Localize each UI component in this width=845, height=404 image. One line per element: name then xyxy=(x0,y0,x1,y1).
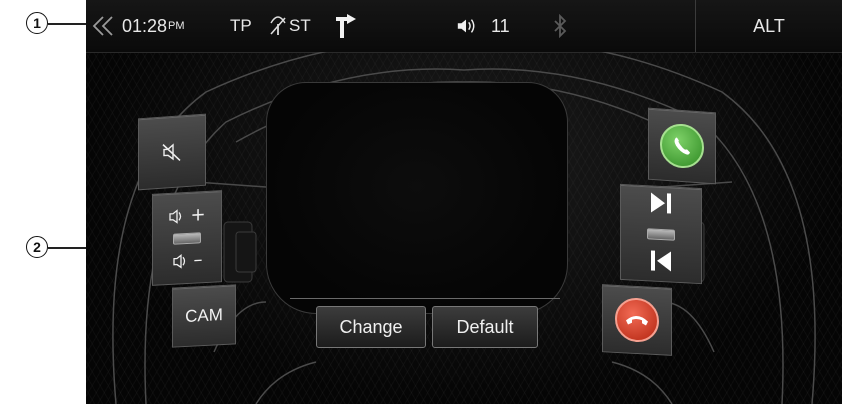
leader-line-1 xyxy=(48,23,88,25)
mute-speaker-icon xyxy=(162,143,181,162)
speaker-outline-icon xyxy=(169,208,182,224)
back-button[interactable] xyxy=(90,0,116,52)
volume-up-label: + xyxy=(190,203,206,226)
volume-level: 11 xyxy=(491,15,510,36)
volume-rocker-icon xyxy=(173,231,201,245)
volume-down-label: – xyxy=(193,248,203,271)
volume-up[interactable]: + xyxy=(168,203,206,226)
clock-ampm: PM xyxy=(168,20,185,32)
callout-1: 1 xyxy=(26,12,48,34)
answer-call-button[interactable] xyxy=(648,107,716,185)
default-button[interactable]: Default xyxy=(432,306,538,348)
bluetooth-icon xyxy=(551,0,569,52)
phone-answer-icon xyxy=(660,122,704,170)
change-button[interactable]: Change xyxy=(316,306,426,348)
speaker-outline-icon xyxy=(172,253,185,269)
cam-button[interactable]: CAM xyxy=(172,284,236,348)
tp-indicator: TP xyxy=(230,16,252,35)
end-call-button[interactable] xyxy=(602,284,672,356)
steering-hub xyxy=(266,82,568,314)
mute-button[interactable] xyxy=(138,113,206,191)
antenna-crossed-icon xyxy=(268,0,288,52)
double-chevron-left-icon xyxy=(92,16,113,36)
clock-time: 01:28 xyxy=(122,15,168,36)
st-indicator: ST xyxy=(289,16,311,35)
turn-right-arrow-icon xyxy=(332,0,360,52)
previous-track-icon[interactable] xyxy=(647,247,675,279)
phone-hangup-icon xyxy=(615,296,659,344)
clock: 01:28 PM xyxy=(122,0,185,52)
callout-2: 2 xyxy=(26,236,48,258)
bottom-divider xyxy=(290,298,560,299)
track-control[interactable] xyxy=(620,183,702,285)
status-bar: 01:28 PM TP ST 11 ALT xyxy=(86,0,842,53)
alt-button[interactable]: ALT xyxy=(696,0,842,52)
head-unit-screen: 01:28 PM TP ST 11 ALT + – CAM Change Def… xyxy=(86,0,842,404)
volume-control[interactable]: + – xyxy=(152,190,222,286)
track-rocker-icon xyxy=(647,227,675,241)
speaker-icon xyxy=(456,0,476,52)
volume-down[interactable]: – xyxy=(172,248,203,271)
next-track-icon[interactable] xyxy=(647,189,675,221)
